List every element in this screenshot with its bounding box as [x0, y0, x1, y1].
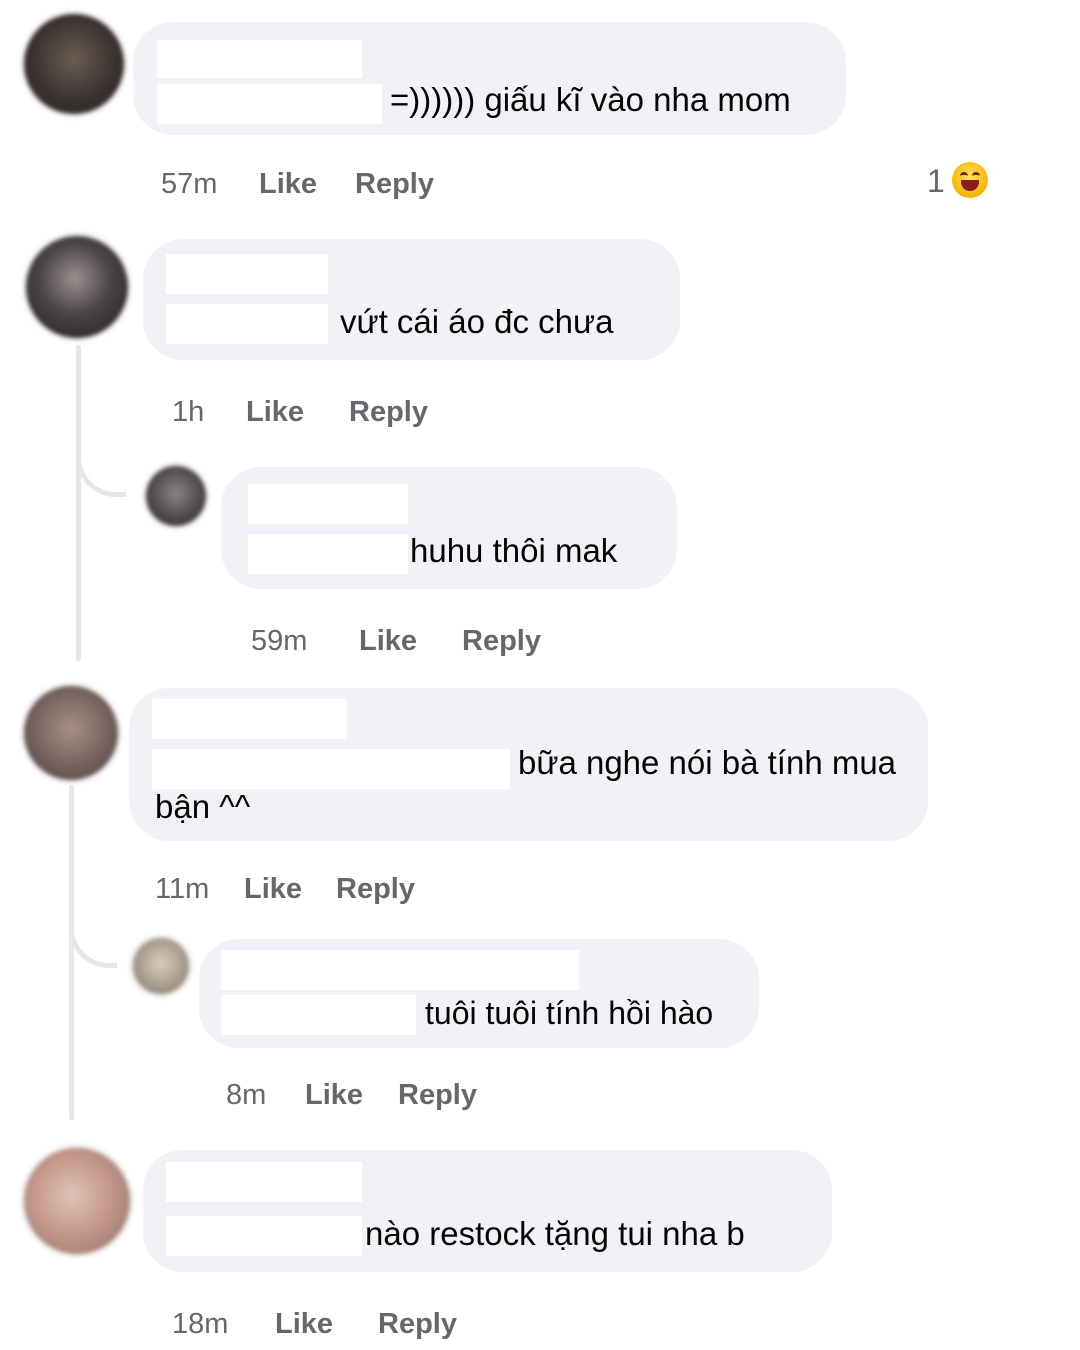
redacted-text — [157, 84, 382, 124]
like-button[interactable]: Like — [359, 623, 417, 659]
reply-button[interactable]: Reply — [355, 166, 434, 202]
reply-button[interactable]: Reply — [336, 871, 415, 907]
avatar[interactable] — [24, 14, 124, 114]
comment-time: 57m — [161, 168, 218, 200]
thread-connector — [69, 920, 117, 968]
redacted-name — [157, 40, 362, 78]
reply-button[interactable]: Reply — [378, 1306, 457, 1342]
comment-time: 11m — [155, 873, 210, 905]
avatar[interactable] — [133, 938, 189, 994]
redacted-text — [166, 304, 328, 344]
comment-text-line1: bữa nghe nói bà tính mua — [518, 744, 897, 781]
laughing-emoji-icon[interactable] — [952, 162, 988, 198]
thread-line — [76, 345, 81, 661]
comment-text: huhu thôi mak — [410, 532, 618, 569]
reply-button[interactable]: Reply — [398, 1077, 477, 1113]
like-button[interactable]: Like — [305, 1077, 363, 1113]
thread-connector — [76, 440, 126, 497]
comment-text: nào restock tặng tui nha b — [365, 1215, 745, 1252]
avatar[interactable] — [24, 686, 118, 780]
redacted-name — [152, 699, 347, 739]
comment-text-line2: bận ^^ — [155, 788, 251, 825]
redacted-name — [248, 484, 408, 524]
reaction-count[interactable]: 1 — [927, 161, 945, 201]
redacted-text — [248, 534, 408, 574]
reply-button[interactable]: Reply — [349, 394, 428, 430]
avatar[interactable] — [24, 1148, 130, 1254]
comment-time: 18m — [172, 1308, 229, 1340]
comment-text: vứt cái áo đc chưa — [340, 303, 614, 340]
redacted-text — [166, 1216, 362, 1256]
redacted-name — [166, 254, 328, 294]
reply-button[interactable]: Reply — [462, 623, 541, 659]
avatar[interactable] — [26, 236, 128, 338]
comment-time: 1h — [172, 396, 205, 428]
like-button[interactable]: Like — [275, 1306, 333, 1342]
comment-text: =)))))) giấu kĩ vào nha mom — [390, 81, 791, 118]
like-button[interactable]: Like — [246, 394, 304, 430]
redacted-text — [221, 995, 416, 1035]
comment-time: 8m — [226, 1079, 267, 1111]
redacted-text — [152, 749, 510, 789]
like-button[interactable]: Like — [259, 166, 317, 202]
redacted-name — [221, 950, 579, 990]
thread-line — [69, 785, 74, 1120]
like-button[interactable]: Like — [244, 871, 302, 907]
avatar[interactable] — [146, 466, 206, 526]
comment-time: 59m — [251, 625, 308, 657]
comment-text: tuôi tuôi tính hồi hào — [425, 995, 714, 1031]
redacted-name — [166, 1162, 362, 1202]
